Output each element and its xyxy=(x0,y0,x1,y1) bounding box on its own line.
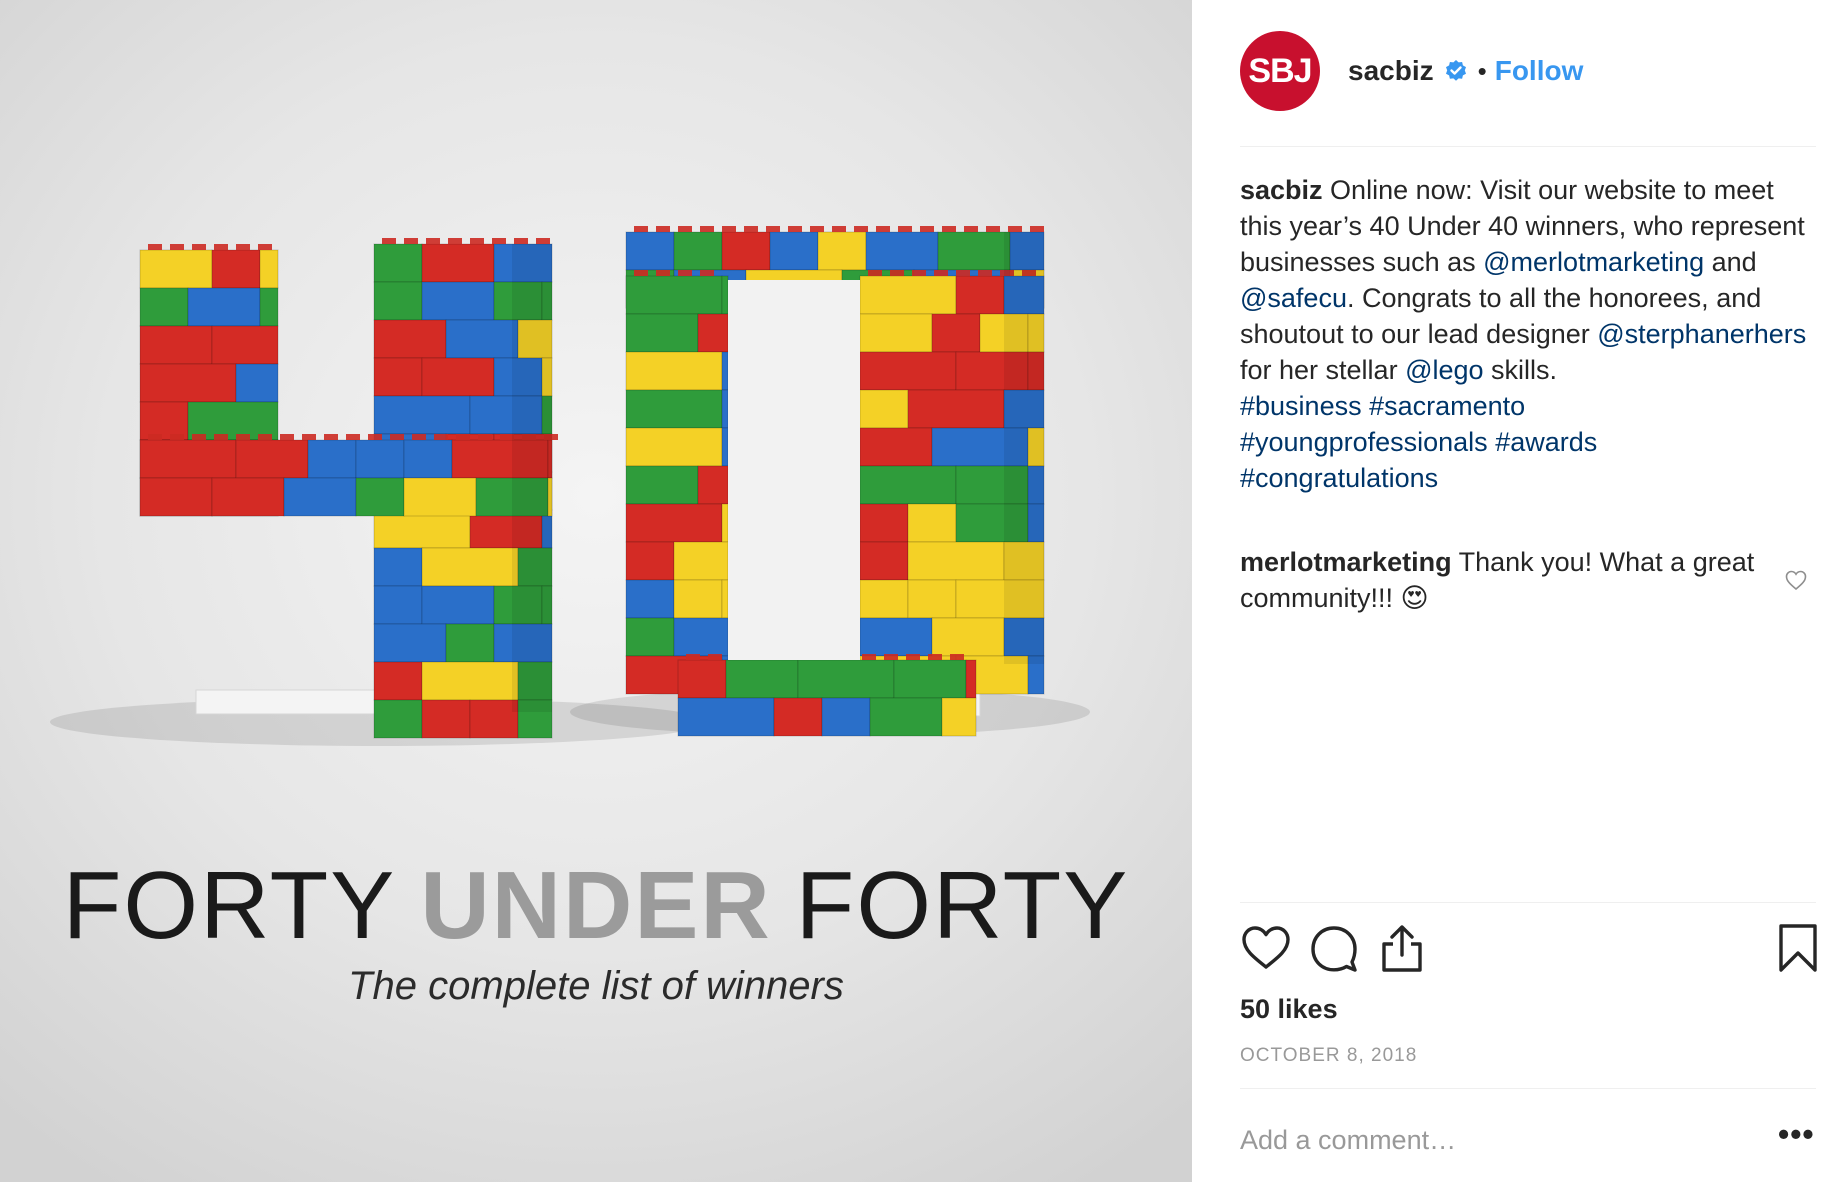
heart-icon[interactable] xyxy=(1240,922,1292,974)
headline-word-under: UNDER xyxy=(420,852,772,959)
post-subheadline: The complete list of winners xyxy=(348,964,844,1008)
hashtag-link[interactable]: #congratulations xyxy=(1240,463,1438,493)
caption-text: for her stellar xyxy=(1240,355,1406,385)
post-actions xyxy=(1240,922,1820,978)
header-username[interactable]: sacbiz xyxy=(1348,55,1434,87)
hashtag-link[interactable]: #youngprofessionals xyxy=(1240,427,1488,457)
more-options-button[interactable]: ••• xyxy=(1778,1118,1815,1150)
avatar[interactable]: SBJ xyxy=(1240,31,1320,111)
post-sidebar: SBJ sacbiz • Follow sacbiz Online now: V… xyxy=(1192,0,1848,1182)
header-divider xyxy=(1240,146,1816,147)
actions-divider xyxy=(1240,902,1816,903)
post-headline: FORTY UNDER FORTY xyxy=(0,858,1192,954)
lego-40-sculpture xyxy=(50,226,1090,746)
caption-username[interactable]: sacbiz xyxy=(1240,175,1323,205)
hashtag-link[interactable]: #sacramento xyxy=(1369,391,1525,421)
caption-text: and xyxy=(1704,247,1757,277)
post-image[interactable]: FORTY UNDER FORTY The complete list of win… xyxy=(0,0,1192,1182)
mention-link[interactable]: @sterphanerhers xyxy=(1597,319,1806,349)
add-comment-input[interactable] xyxy=(1240,1120,1760,1160)
mention-link[interactable]: @lego xyxy=(1405,355,1483,385)
comment-icon[interactable] xyxy=(1308,922,1360,974)
bookmark-icon[interactable] xyxy=(1772,922,1824,974)
headline-word-forty-1: FORTY xyxy=(62,852,397,959)
likes-count[interactable]: 50 likes xyxy=(1240,994,1338,1025)
mention-link[interactable]: @safecu xyxy=(1240,283,1347,313)
comment-box-divider xyxy=(1240,1088,1816,1089)
hashtag-link[interactable]: #awards xyxy=(1495,427,1597,457)
comment-username[interactable]: merlotmarketing xyxy=(1240,547,1452,577)
caption-text: skills. xyxy=(1483,355,1558,385)
share-icon[interactable] xyxy=(1376,922,1428,974)
hashtag-link[interactable]: #business xyxy=(1240,391,1362,421)
comment-item: merlotmarketing Thank you! What a great … xyxy=(1240,544,1770,616)
verified-badge-icon xyxy=(1445,60,1466,81)
follow-button[interactable]: Follow xyxy=(1495,55,1584,87)
mention-link[interactable]: @merlotmarketing xyxy=(1483,247,1704,277)
headline-word-forty-2: FORTY xyxy=(795,852,1130,959)
post-date: OCTOBER 8, 2018 xyxy=(1240,1045,1418,1066)
header-separator-dot: • xyxy=(1477,55,1487,86)
comment-like-heart-icon[interactable] xyxy=(1784,568,1808,592)
post-caption: sacbiz Online now: Visit our website to … xyxy=(1240,172,1820,496)
post-header: SBJ sacbiz • Follow xyxy=(1240,30,1583,112)
